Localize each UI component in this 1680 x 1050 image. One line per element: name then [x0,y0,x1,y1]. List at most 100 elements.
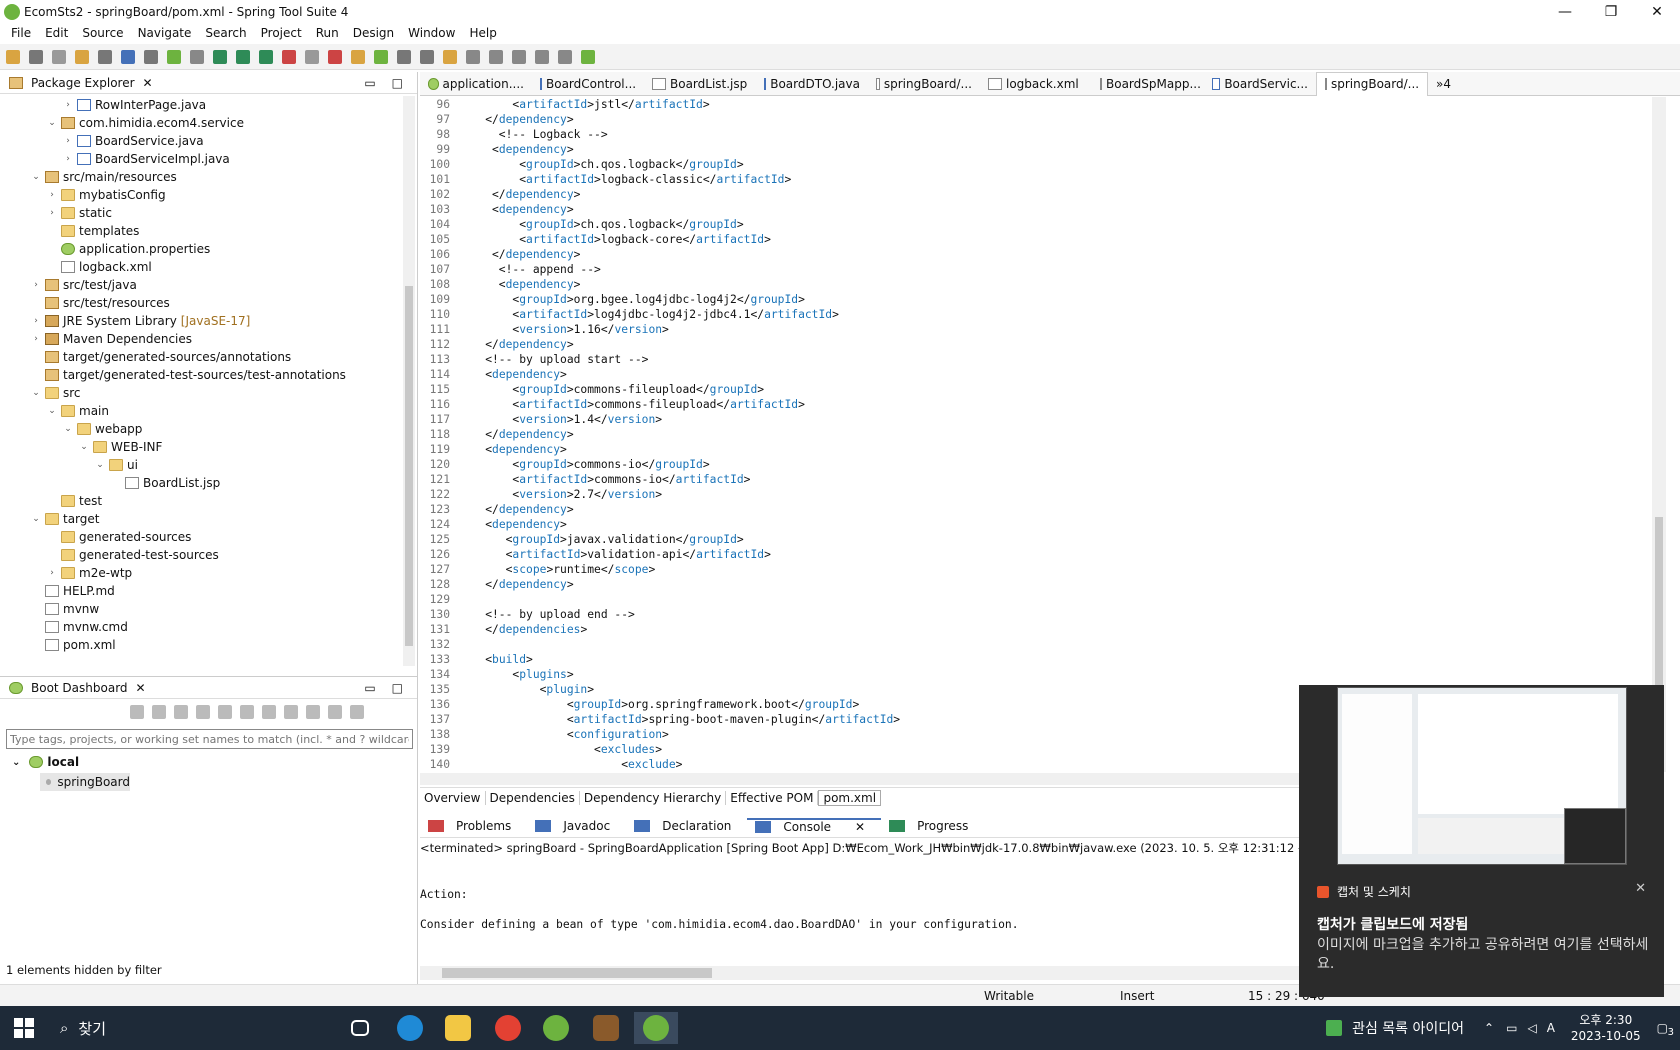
task-view-button[interactable] [338,1012,382,1044]
sts-active-taskbar-icon[interactable] [634,1012,678,1044]
lightbulb-icon[interactable] [306,705,320,719]
editor-tab[interactable]: springBoard/... ✕ [1316,71,1428,96]
editor-vertical-scrollbar[interactable] [1652,97,1666,772]
console-icon[interactable] [218,705,232,719]
boot-dashboard-tab[interactable]: Boot Dashboard ✕ ▭ □ [0,677,417,699]
save-all-icon[interactable] [52,49,66,64]
tree-item[interactable]: › mybatisConfig [0,186,405,204]
tree-item[interactable]: ⌄ src [0,384,405,402]
taskbar-search[interactable]: ⌕ 찾기 [52,1006,336,1050]
notification-center-icon[interactable]: ▢ 3 [1657,1021,1674,1038]
chevron-right-icon[interactable]: › [62,154,74,164]
open-task-icon[interactable] [397,49,411,64]
tree-item[interactable]: generated-test-sources [0,546,405,564]
tree-item[interactable]: mvnw.cmd [0,618,405,636]
pin-icon[interactable] [420,49,434,64]
editor-overflow-button[interactable]: »4 [1436,77,1451,91]
tree-item[interactable]: test [0,492,405,510]
editor-tab[interactable]: BoardServic... [1204,72,1316,96]
stop-icon[interactable] [130,705,144,719]
spring-icon[interactable] [167,49,181,64]
editor-tab[interactable]: BoardDTO.java [756,72,868,96]
menu-item[interactable]: Edit [38,26,75,40]
chevron-right-icon[interactable]: › [62,136,74,146]
run-icon[interactable] [213,49,227,64]
close-icon[interactable]: ✕ [1635,881,1646,896]
clock[interactable]: 오후 2:30 2023-10-05 [1571,1012,1641,1044]
tree-item[interactable]: ⌄ webapp [0,420,405,438]
menu-item[interactable]: Help [462,26,503,40]
new-class-icon[interactable] [351,49,365,64]
chevron-right-icon[interactable]: › [30,280,42,290]
chevron-right-icon[interactable]: › [46,568,58,578]
chevron-right-icon[interactable]: › [30,334,42,344]
stop-icon[interactable] [282,49,296,64]
coverage-icon[interactable] [259,49,273,64]
screenshot-thumbnail[interactable] [1337,687,1627,865]
search-icon[interactable] [144,49,158,64]
console-tab[interactable]: Problems [420,819,527,833]
chevron-right-icon[interactable]: › [46,190,58,200]
last-edit-icon[interactable] [489,49,503,64]
code-editor[interactable]: 96 <artifactId>jstl</artifactId> 97 </dep… [420,97,1650,772]
menu-item[interactable]: Window [401,26,462,40]
restart-icon[interactable] [152,705,166,719]
minimize-view-icon[interactable]: ▭ [364,76,375,90]
terminate-icon[interactable] [174,705,188,719]
menu-item[interactable]: Design [346,26,401,40]
forward-icon[interactable] [535,49,549,64]
package-explorer-scrollbar[interactable] [403,96,415,666]
boot-app-item[interactable]: springBoard [40,773,130,791]
editor-tab[interactable]: BoardList.jsp [644,72,756,96]
tree-item[interactable]: templates [0,222,405,240]
filter-icon[interactable] [328,705,342,719]
chevron-right-icon[interactable]: › [46,208,58,218]
save-icon[interactable] [29,49,43,64]
tree-item[interactable]: › Maven Dependencies [0,330,405,348]
menu-item[interactable]: File [4,26,38,40]
tree-item[interactable]: ⌄ WEB-INF [0,438,405,456]
chevron-down-icon[interactable]: ⌄ [78,442,90,452]
package-explorer-tab[interactable]: Package Explorer ✕ ▭ □ [0,72,417,94]
close-icon[interactable]: ✕ [143,76,153,90]
more-icon[interactable] [558,49,572,64]
maximize-view-icon[interactable]: □ [392,76,403,90]
menu-item[interactable]: Run [309,26,346,40]
tree-item[interactable]: generated-sources [0,528,405,546]
tree-item[interactable]: ⌄ com.himidia.ecom4.service [0,114,405,132]
maximize-button[interactable]: ❐ [1588,0,1634,24]
chrome-icon[interactable] [486,1012,530,1044]
tree-item[interactable]: › m2e-wtp [0,564,405,582]
tree-item[interactable]: application.properties [0,240,405,258]
console-tab[interactable]: Progress [881,819,984,833]
debug-icon[interactable] [196,705,210,719]
close-icon[interactable]: ✕ [1427,77,1428,91]
chevron-down-icon[interactable]: ⌄ [30,514,42,524]
close-icon[interactable]: ✕ [136,681,146,695]
pom-tab[interactable]: pom.xml [818,789,882,806]
menu-item[interactable]: Search [198,26,253,40]
tree-item[interactable]: mvnw [0,600,405,618]
debug-icon[interactable] [190,49,204,64]
boot-local-node[interactable]: ⌄ local [12,755,79,769]
menu-item[interactable]: Project [254,26,309,40]
open-resource-icon[interactable] [98,49,112,64]
maximize-view-icon[interactable]: □ [392,681,403,695]
console-tab[interactable]: Declaration [626,819,747,833]
menu-item[interactable]: Navigate [131,26,199,40]
start-button[interactable] [0,1006,48,1050]
open-type-icon[interactable] [75,49,89,64]
pom-tab[interactable]: Dependencies [486,790,580,805]
tree-item[interactable]: pom.xml [0,636,405,654]
editor-tab[interactable]: application.... [420,72,532,96]
tree-item[interactable]: › src/test/java [0,276,405,294]
tree-item[interactable]: HELP.md [0,582,405,600]
chevron-right-icon[interactable]: › [30,316,42,326]
chevron-down-icon[interactable]: ⌄ [30,172,42,182]
pin-editor-icon[interactable] [581,49,595,64]
tree-item[interactable]: › BoardService.java [0,132,405,150]
tree-item[interactable]: › RowInterPage.java [0,96,405,114]
chevron-down-icon[interactable]: ⌄ [46,406,58,416]
editor-tab[interactable]: BoardSpMapp... [1092,72,1204,96]
editor-tab[interactable]: logback.xml [980,72,1092,96]
